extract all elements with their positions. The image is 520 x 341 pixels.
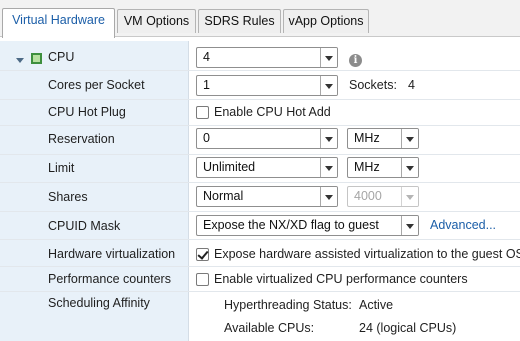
cpu-label: CPU: [48, 50, 75, 64]
cpuid-mask-select[interactable]: Expose the NX/XD flag to guest: [196, 215, 419, 236]
row-divider: [0, 99, 520, 100]
row-divider: [0, 182, 520, 183]
cpuid-mask-value: Expose the NX/XD flag to guest: [203, 218, 379, 232]
performance-counters-checkbox-label: Enable virtualized CPU performance count…: [214, 272, 468, 286]
available-cpus-value: 24 (logical CPUs): [359, 321, 457, 335]
tab-vapp-options[interactable]: vApp Options: [283, 9, 369, 33]
info-icon[interactable]: i: [349, 54, 362, 67]
tab-sdrs-rules[interactable]: SDRS Rules: [198, 9, 281, 33]
cpuid-mask-label: CPUID Mask: [48, 219, 121, 233]
row-divider: [0, 239, 520, 240]
limit-value: Unlimited: [203, 160, 256, 174]
shares-select[interactable]: Normal: [196, 186, 338, 207]
row-divider: [0, 211, 520, 212]
hyperthreading-status-label: Hyperthreading Status:: [224, 298, 352, 312]
cpu-hot-add-checkbox[interactable]: [196, 106, 209, 119]
chevron-down-icon: [320, 76, 337, 95]
hardware-virtualization-label: Hardware virtualization: [48, 247, 176, 261]
chevron-down-icon: [320, 187, 337, 206]
tab-virtual-hardware[interactable]: Virtual Hardware: [2, 8, 115, 38]
limit-unit-select[interactable]: MHz: [347, 157, 419, 178]
row-divider: [0, 154, 520, 155]
chevron-down-icon: [320, 158, 337, 177]
row-divider: [0, 70, 520, 71]
cpu-count-select[interactable]: 4: [196, 47, 338, 68]
performance-counters-label: Performance counters: [48, 272, 171, 286]
reservation-select[interactable]: 0: [196, 128, 338, 149]
limit-unit-value: MHz: [354, 160, 380, 174]
hyperthreading-status-value: Active: [359, 298, 394, 312]
shares-amount-select: 4000: [347, 186, 419, 207]
shares-amount-value: 4000: [354, 189, 382, 203]
limit-select[interactable]: Unlimited: [196, 157, 338, 178]
reservation-label: Reservation: [48, 132, 115, 146]
scheduling-affinity-label: Scheduling Affinity: [48, 296, 150, 310]
cores-per-socket-select[interactable]: 1: [196, 75, 338, 96]
chevron-down-icon: [401, 129, 418, 148]
reservation-value: 0: [203, 131, 210, 145]
cpu-count-value: 4: [203, 50, 210, 64]
cores-per-socket-value: 1: [203, 78, 210, 92]
collapse-chevron-icon[interactable]: [16, 58, 24, 63]
cpu-settings-grid: CPU 4 i Cores per Socket 1 Sockets: 4 CP…: [0, 41, 520, 341]
row-divider: [0, 125, 520, 126]
chevron-down-icon: [401, 158, 418, 177]
chevron-down-icon: [401, 187, 418, 206]
cpu-hot-add-checkbox-label: Enable CPU Hot Add: [214, 105, 331, 119]
cpu-icon: [31, 53, 42, 64]
cpu-hot-plug-label: CPU Hot Plug: [48, 105, 126, 119]
chevron-down-icon: [401, 216, 418, 235]
row-divider: [0, 291, 520, 292]
chevron-down-icon: [320, 48, 337, 67]
performance-counters-checkbox[interactable]: [196, 273, 209, 286]
sockets-value: 4: [408, 78, 415, 92]
hardware-virtualization-checkbox[interactable]: [196, 248, 209, 261]
limit-label: Limit: [48, 161, 75, 175]
available-cpus-label: Available CPUs:: [224, 321, 315, 335]
shares-value: Normal: [203, 189, 244, 203]
reservation-unit-value: MHz: [354, 131, 380, 145]
hardware-virtualization-checkbox-label: Expose hardware assisted virtualization …: [214, 247, 520, 261]
chevron-down-icon: [320, 129, 337, 148]
advanced-link[interactable]: Advanced...: [430, 218, 496, 232]
shares-label: Shares: [48, 190, 88, 204]
row-divider: [0, 266, 520, 267]
sockets-label: Sockets:: [349, 78, 397, 92]
tab-bar: Virtual Hardware VM Options SDRS Rules v…: [0, 0, 520, 38]
reservation-unit-select[interactable]: MHz: [347, 128, 419, 149]
tab-vm-options[interactable]: VM Options: [117, 9, 196, 33]
cores-per-socket-label: Cores per Socket: [48, 78, 145, 92]
